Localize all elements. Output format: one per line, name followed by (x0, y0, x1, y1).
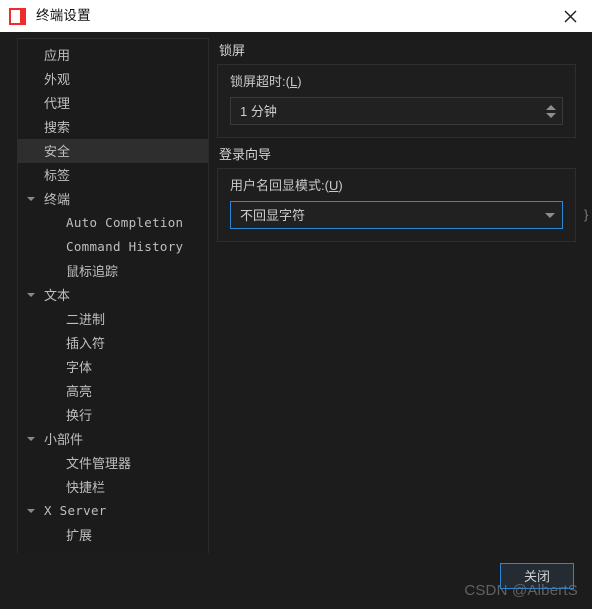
sidebar-item-label: 扩展 (66, 527, 93, 543)
sidebar-item[interactable]: Auto Completion (18, 211, 208, 235)
watermark: CSDN @AlbertS (464, 582, 578, 599)
field-label-text: 用户名回显模式:( (230, 178, 329, 193)
terminal-app-icon (9, 7, 26, 25)
field-label-mnemonic: U (328, 178, 339, 193)
sidebar-item-label: 插入符 (66, 335, 106, 351)
spinner-up-icon[interactable] (546, 104, 556, 110)
sidebar-item[interactable]: 换行 (18, 403, 208, 427)
sidebar-item-label: 安全 (44, 143, 71, 159)
chevron-down-icon[interactable] (538, 202, 562, 228)
sidebar-item-label: 换行 (66, 407, 93, 423)
field-label: 锁屏超时:(L) (230, 75, 563, 88)
window-close-button[interactable] (548, 0, 592, 32)
sidebar-item-label: 代理 (44, 95, 71, 111)
sidebar-item[interactable]: 应用 (18, 43, 208, 67)
sidebar-item[interactable]: 扩展 (18, 523, 208, 547)
group-title: 锁屏 (219, 43, 246, 58)
sidebar-item-label: 文本 (44, 287, 71, 303)
settings-group: 锁屏锁屏超时:(L) 1 分钟 (217, 44, 576, 138)
sidebar-item[interactable]: Command History (18, 235, 208, 259)
sidebar-item[interactable]: 字体 (18, 355, 208, 379)
settings-sidebar: 应用外观代理搜索安全标签终端 Auto Completion Command His… (0, 32, 209, 609)
field-label: 用户名回显模式:(U) (230, 179, 563, 192)
sidebar-item[interactable]: 二进制 (18, 307, 208, 331)
sidebar-item-label: 小部件 (44, 431, 84, 447)
field-label-tail: ) (338, 178, 343, 193)
chevron-down-icon[interactable] (24, 504, 38, 518)
sidebar-item-label: 二进制 (66, 311, 106, 327)
sidebar-item[interactable]: 文本 (18, 283, 208, 307)
sidebar-item-label: 外观 (44, 71, 71, 87)
settings-content: 锁屏锁屏超时:(L) 1 分钟登录向导用户名回显模式:(U) 不回显字符 (209, 32, 592, 609)
lock-timeout-spinbox[interactable]: 1 分钟 (230, 97, 563, 125)
sidebar-item[interactable]: 搜索 (18, 115, 208, 139)
sidebar-item-label: 终端 (44, 191, 71, 207)
settings-tree[interactable]: 应用外观代理搜索安全标签终端 Auto Completion Command His… (17, 38, 209, 569)
spinbox-value[interactable]: 1 分钟 (231, 98, 540, 124)
sidebar-item[interactable]: 标签 (18, 163, 208, 187)
sidebar-item-label: 字体 (66, 359, 93, 375)
spinner-down-icon[interactable] (546, 112, 556, 118)
sidebar-item-label: Auto Completion (66, 214, 184, 230)
sidebar-item-label: X Server (44, 502, 107, 518)
combobox-value[interactable]: 不回显字符 (231, 202, 538, 228)
sidebar-item-label: 应用 (44, 47, 71, 63)
sidebar-item-label: Command History (66, 238, 184, 254)
sidebar-item[interactable]: 外观 (18, 67, 208, 91)
close-icon (564, 10, 577, 23)
chevron-down-icon[interactable] (24, 432, 38, 446)
sidebar-item-label: 标签 (44, 167, 71, 183)
chevron-down-icon[interactable] (24, 192, 38, 206)
window-body: 应用外观代理搜索安全标签终端 Auto Completion Command His… (0, 32, 592, 609)
settings-window: 终端设置 应用外观代理搜索安全标签终端 Auto Completion Comman… (0, 0, 592, 609)
window-title: 终端设置 (36, 8, 91, 24)
sidebar-item-label: 搜索 (44, 119, 71, 135)
sidebar-item[interactable]: 插入符 (18, 331, 208, 355)
group-title: 登录向导 (219, 147, 272, 162)
chevron-down-icon[interactable] (24, 288, 38, 302)
sidebar-item[interactable]: 小部件 (18, 427, 208, 451)
sidebar-item[interactable]: 文件管理器 (18, 451, 208, 475)
sidebar-item[interactable]: 高亮 (18, 379, 208, 403)
spinbox-arrows[interactable] (540, 98, 562, 124)
username-echo-mode-combobox[interactable]: 不回显字符 (230, 201, 563, 229)
sidebar-item[interactable]: 快捷栏 (18, 475, 208, 499)
sidebar-item-label: 高亮 (66, 383, 93, 399)
title-bar: 终端设置 (0, 0, 592, 32)
sidebar-item[interactable]: X Server (18, 499, 208, 523)
field-label-text: 锁屏超时:( (230, 74, 290, 89)
sidebar-item[interactable]: 代理 (18, 91, 208, 115)
sidebar-item-label: 文件管理器 (66, 455, 132, 471)
sidebar-item-label: 快捷栏 (66, 479, 106, 495)
sidebar-item[interactable]: 鼠标追踪 (18, 259, 208, 283)
field-label-tail: ) (297, 74, 302, 89)
sidebar-item[interactable]: 安全 (18, 139, 208, 163)
panel-edge-sliver: } (584, 207, 589, 222)
group-box: 用户名回显模式:(U) 不回显字符 (217, 168, 576, 242)
dialog-footer: 关闭 CSDN @AlbertS (0, 553, 592, 609)
sidebar-item-label: 鼠标追踪 (66, 263, 119, 279)
sidebar-item[interactable]: 终端 (18, 187, 208, 211)
group-box: 锁屏超时:(L) 1 分钟 (217, 64, 576, 138)
settings-group: 登录向导用户名回显模式:(U) 不回显字符 (217, 148, 576, 242)
